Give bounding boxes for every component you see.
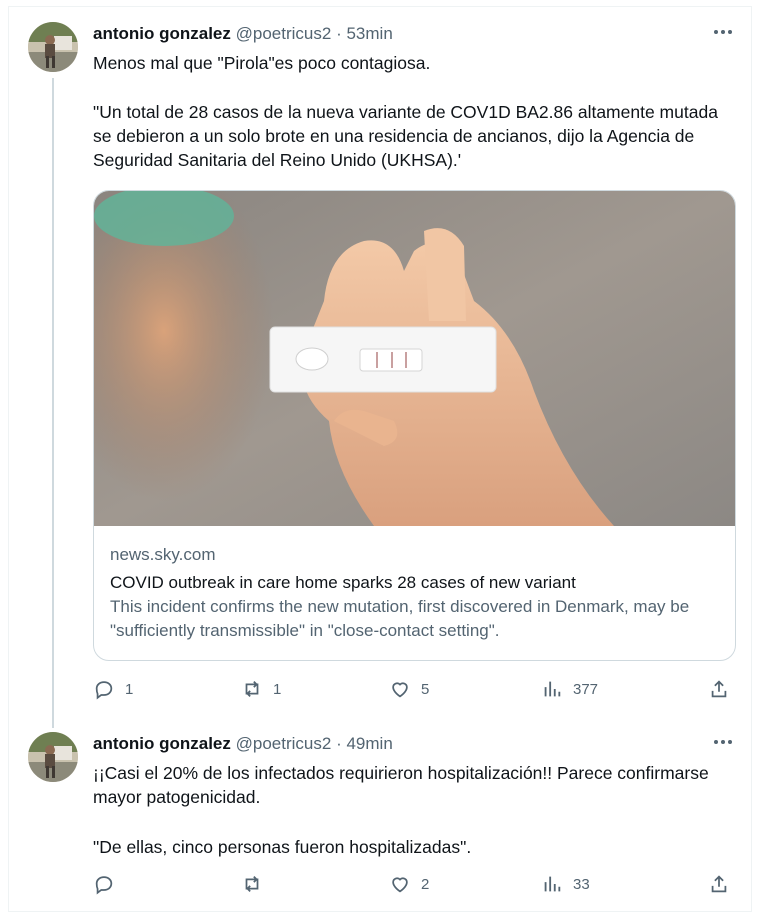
timestamp[interactable]: 53min (346, 24, 392, 43)
like-count: 2 (421, 875, 430, 893)
like-count: 5 (421, 680, 430, 698)
share-icon (711, 680, 727, 698)
author-name[interactable]: antonio gonzalez (93, 734, 231, 753)
more-icon[interactable] (712, 731, 734, 759)
more-icon[interactable] (712, 21, 734, 49)
card-description: This incident confirms the new mutation,… (110, 597, 690, 640)
timestamp[interactable]: 49min (346, 734, 392, 753)
retweet-icon (245, 876, 259, 892)
reply-icon (95, 876, 113, 895)
separator-dot: · (336, 24, 342, 43)
tweet-text: Menos mal que "Pirola"es poco contagiosa… (93, 53, 431, 73)
like-icon (392, 877, 408, 893)
tweet-header: antonio gonzalez @poetricus2 · 53min (93, 24, 393, 44)
share-button[interactable] (708, 873, 730, 895)
avatar[interactable] (28, 22, 78, 72)
avatar[interactable] (28, 732, 78, 782)
tweet[interactable]: antonio gonzalez @poetricus2 · 49min ¡¡C… (0, 728, 760, 918)
tweet[interactable]: antonio gonzalez @poetricus2 · 53min Men… (0, 18, 760, 730)
card-domain: news.sky.com (110, 545, 216, 564)
share-icon (711, 875, 727, 893)
retweet-button[interactable]: 1 (241, 678, 281, 700)
like-button[interactable]: 5 (389, 678, 429, 700)
reply-count: 1 (125, 680, 134, 698)
tweet-actions: 2 33 (0, 873, 760, 903)
separator-dot: · (336, 734, 342, 753)
link-preview-card[interactable]: news.sky.com COVID outbreak in care home… (93, 190, 736, 661)
views-icon (544, 876, 561, 892)
author-name[interactable]: antonio gonzalez (93, 24, 231, 43)
reply-icon (95, 681, 113, 700)
author-handle[interactable]: @poetricus2 (236, 734, 332, 753)
like-icon (392, 682, 408, 698)
views-count: 377 (573, 680, 599, 698)
tweet-actions: 1 1 5 377 (0, 678, 760, 708)
tweet-text-quote: "Un total de 28 casos de la nueva varian… (93, 102, 718, 170)
reply-button[interactable]: 1 (93, 678, 133, 700)
views-count: 33 (573, 875, 590, 893)
like-button[interactable]: 2 (389, 873, 429, 895)
reply-button[interactable] (93, 873, 125, 895)
retweet-count: 1 (273, 680, 282, 698)
tweet-text-quote: "De ellas, cinco personas fueron hospita… (93, 837, 472, 857)
tweet-text: ¡¡Casi el 20% de los infectados requirie… (93, 763, 709, 807)
card-title: COVID outbreak in care home sparks 28 ca… (110, 573, 576, 592)
views-button[interactable]: 377 (541, 678, 598, 700)
card-meta: news.sky.com COVID outbreak in care home… (110, 543, 730, 643)
tweet-header: antonio gonzalez @poetricus2 · 49min (93, 734, 393, 754)
card-image (94, 191, 735, 526)
author-handle[interactable]: @poetricus2 (236, 24, 332, 43)
views-icon (544, 681, 561, 697)
retweet-icon (245, 681, 259, 697)
retweet-button[interactable] (241, 873, 273, 895)
share-button[interactable] (708, 678, 730, 700)
views-button[interactable]: 33 (541, 873, 590, 895)
